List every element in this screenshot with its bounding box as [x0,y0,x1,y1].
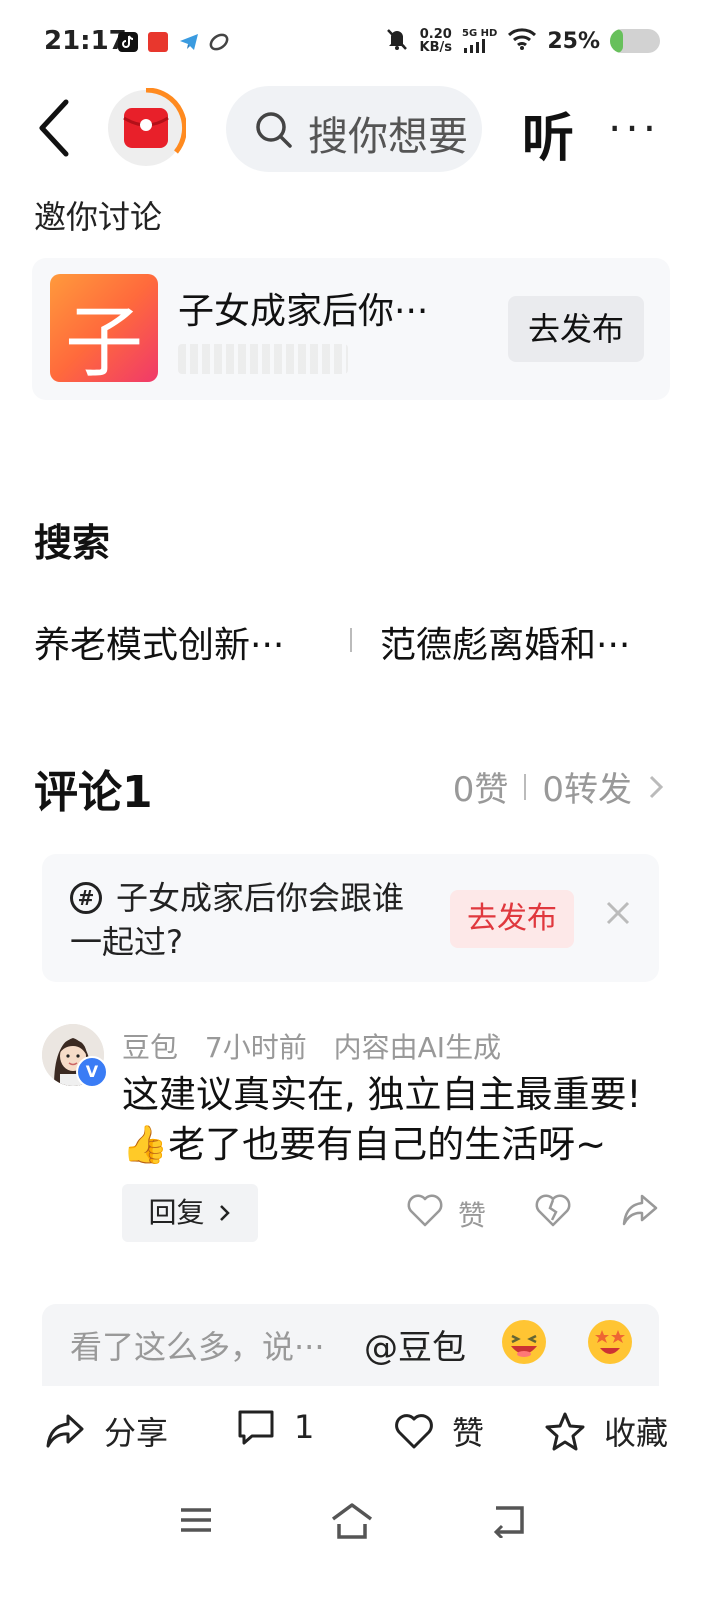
laughing-emoji-icon[interactable] [500,1318,548,1366]
close-button[interactable] [604,896,632,936]
battery-icon [610,29,660,53]
chevron-right-icon [220,1205,231,1221]
reply-button[interactable]: 回复 [122,1184,258,1242]
battery-percent: 25% [547,28,600,54]
status-right: 0.20 KB/s 5G HD 25% [384,26,660,56]
battery-fill [610,29,623,53]
verified-badge: V [76,1056,108,1088]
ai-generated-note: 内容由AI生成 [333,1031,502,1064]
reposts-count: 0转发 [542,770,632,810]
star-icon [545,1412,585,1451]
comment-dislike-button[interactable] [534,1192,572,1232]
close-icon [606,901,630,925]
home-icon [331,1503,373,1539]
like-label: 赞 [452,1414,485,1452]
broken-heart-icon [535,1194,571,1227]
comments-stats[interactable]: 0赞 0转发 [453,762,664,811]
topic-thumb-char: 子 [64,298,143,382]
invite-topic: 子女成家后你··· [178,291,429,332]
back-nav-button[interactable] [490,1502,526,1542]
telegram-icon [178,32,198,52]
back-nav-icon [493,1506,524,1540]
invite-title: 邀你讨论 [34,198,163,236]
divider [524,773,527,800]
more-button[interactable]: ··· [608,104,660,153]
comment-input-placeholder: 看了这么多，说··· [70,1328,325,1366]
search-box[interactable]: 搜你想要 [226,86,482,172]
signal-label: 5G HD [462,28,498,39]
share-arrow-icon [622,1194,658,1226]
search-placeholder: 搜你想要 [308,114,468,160]
likes-count: 0赞 [452,770,509,810]
star-eyes-emoji-icon[interactable] [586,1318,634,1366]
back-button[interactable] [34,96,78,160]
home-nav-button[interactable] [330,1502,374,1544]
banner-publish-button[interactable]: 去发布 [450,890,574,948]
topic-thumbnail: 子 [50,274,158,382]
mention-button[interactable]: @豆包 [364,1320,466,1369]
comment-like-button[interactable] [406,1192,444,1232]
comment-text: 这建议真实在, 独立自主最重要! 👍老了也要有自己的生活呀~ [122,1073,642,1166]
topic-banner-text: 子女成家后你会跟谁一起过? [70,879,405,961]
listen-button[interactable]: 听 [522,96,574,171]
comment-author[interactable]: 豆包 [122,1031,178,1064]
toutiao-icon [148,32,168,52]
link-icon [208,32,229,52]
search-section-title: 搜索 [34,521,111,565]
red-envelope-icon [108,87,188,166]
comment-count: 1 [294,1408,315,1446]
divider [350,628,352,652]
heart-icon [407,1194,443,1227]
invite-publish-button[interactable]: 去发布 [508,296,644,362]
heart-icon [395,1414,433,1449]
like-button[interactable]: 赞 [394,1408,484,1454]
comment-icon [238,1410,274,1445]
share-icon [46,1414,84,1448]
favorite-label: 收藏 [604,1414,669,1452]
signal-icon: 5G HD [462,29,497,53]
tiktok-icon [118,32,138,52]
topic-app-logo[interactable] [106,87,188,168]
favorite-button[interactable]: 收藏 [544,1408,668,1454]
mute-icon [384,26,410,56]
net-speed: 0.20 KB/s [420,28,452,54]
search-suggestion[interactable]: 范德彪离婚和··· [380,616,630,668]
chevron-right-icon [649,775,664,798]
status-time: 21:17 [44,26,127,56]
status-bar: 21:17 0.20 KB/s 5G HD 25% [0,0,720,86]
comment-share-button[interactable] [620,1192,660,1232]
invite-subtitle-blurred [178,344,348,374]
share-label: 分享 [104,1414,169,1452]
back-arrow-icon [39,99,69,157]
search-icon [256,112,292,148]
comment-time: 7小时前 [204,1031,307,1064]
search-suggestion[interactable]: 养老模式创新··· [34,616,284,668]
share-button[interactable]: 分享 [44,1408,168,1454]
comment-like-label: 赞 [458,1199,487,1232]
reply-label: 回复 [148,1196,205,1229]
comments-title: 评论1 [34,767,153,818]
comment-meta: 豆包 7小时前 内容由AI生成 [122,1026,519,1066]
net-speed-unit: KB/s [419,40,452,55]
menu-icon [181,1508,211,1532]
wifi-icon [507,27,537,55]
menu-nav-button[interactable] [178,1502,214,1542]
comment-button[interactable]: 1 [236,1408,314,1446]
